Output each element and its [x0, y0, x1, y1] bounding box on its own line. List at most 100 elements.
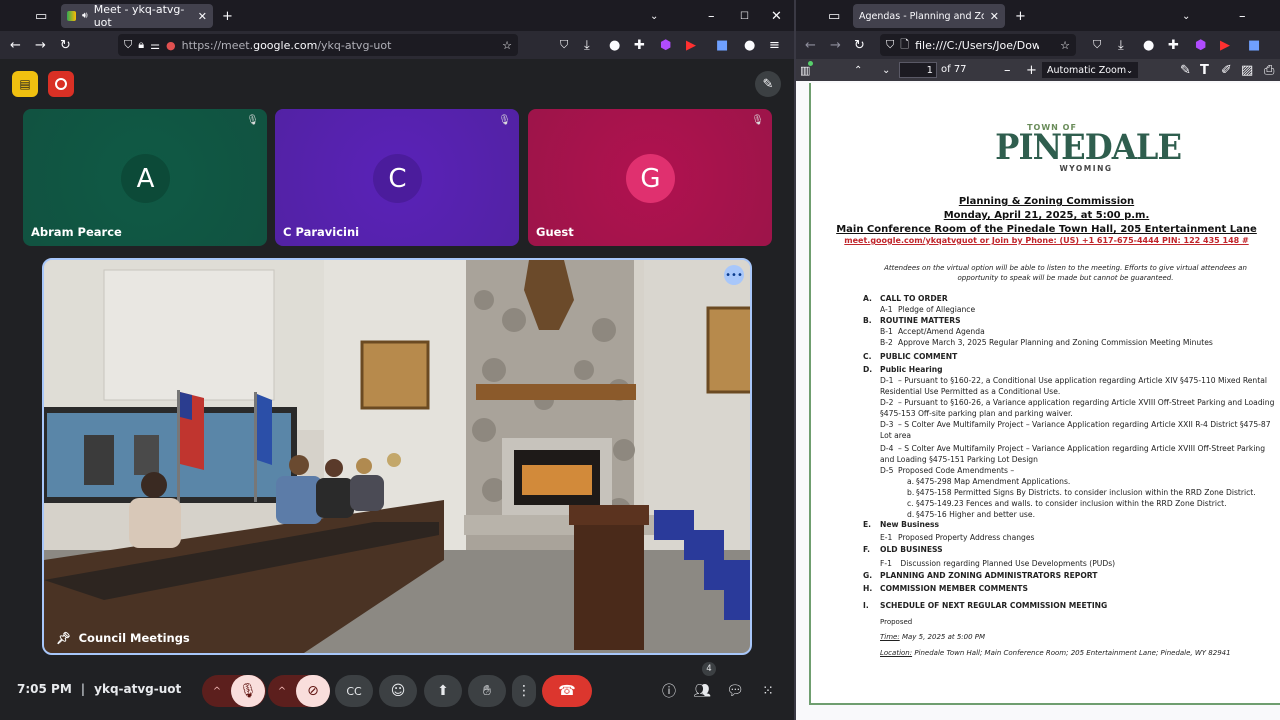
previous-page-icon[interactable]: ⌃	[854, 60, 862, 80]
agenda-item: D-5 Proposed Code Amendments –	[880, 466, 1014, 475]
chat-icon[interactable]: 💬︎	[721, 675, 749, 707]
youtube-icon[interactable]: ▶	[1220, 35, 1230, 55]
addon-blue-icon[interactable]: ■	[716, 35, 728, 55]
tab-list-icon[interactable]: ▭	[828, 6, 840, 26]
pin-icon[interactable]: 📌︎	[56, 631, 71, 645]
list-all-tabs-icon[interactable]: ⌄	[650, 6, 658, 26]
zoom-out-icon[interactable]: –	[1004, 60, 1011, 80]
join-info-link[interactable]: meet.google.com/ykqatvguot or Join by Ph…	[811, 236, 1280, 245]
new-tab-icon[interactable]: +	[1015, 6, 1026, 26]
present-icon[interactable]: ⬆	[424, 675, 462, 707]
activities-icon[interactable]: ⁙	[754, 675, 782, 707]
participant-tile[interactable]: A 🎙︎ Abram Pearce	[23, 109, 267, 246]
reload-icon[interactable]: ↻	[60, 35, 71, 55]
end-call-icon[interactable]: ☎︎	[542, 675, 592, 707]
tab-list-icon[interactable]: ▭	[35, 6, 47, 26]
agenda-key: d.	[907, 510, 915, 519]
mic-control[interactable]: ^ 🎙︎	[202, 675, 266, 707]
shield-icon: ⛉	[124, 38, 133, 51]
zoom-select[interactable]: Automatic Zoom ⌄	[1042, 62, 1138, 78]
camera-off-icon[interactable]: ⊘	[296, 675, 330, 707]
bookmark-star-icon[interactable]: ☆	[1060, 39, 1070, 52]
agenda-text: Pledge of Allegiance	[898, 305, 976, 314]
camera-options-icon[interactable]: ^	[268, 686, 296, 697]
url-bar[interactable]: ⛉ 🗋︎ file:///C:/Users/Joe/Download ☆	[880, 34, 1076, 56]
more-icon[interactable]: ⋮	[512, 675, 536, 707]
participant-tile[interactable]: C 🎙︎ C Paravicini	[275, 109, 519, 246]
extensions-icon[interactable]: ✚	[634, 35, 645, 55]
image-icon[interactable]: ▨	[1241, 60, 1253, 80]
new-tab-icon[interactable]: +	[222, 6, 233, 26]
virtual-notice: Attendees on the virtual option will be …	[884, 264, 1247, 282]
next-page-icon[interactable]: ⌄	[882, 60, 890, 80]
close-window-icon[interactable]: ✕	[771, 6, 782, 26]
agenda-text: CALL TO ORDER	[880, 294, 948, 303]
agenda-item: D-4 – S Colter Ave Multifamily Project – …	[880, 444, 1265, 453]
back-icon[interactable]: ←	[805, 35, 816, 55]
meet-area: ▤ ✎ A 🎙︎ Abram Pearce C 🎙︎ C Paravicini …	[0, 59, 794, 720]
reload-icon[interactable]: ↻	[854, 35, 865, 55]
agenda-key: D.	[863, 365, 873, 374]
pdf-toolbar: ▥ ⌃ ⌄ of 77 – + Automatic Zoom ⌄ ✎ T ✐ ▨…	[796, 59, 1280, 81]
draw-icon[interactable]: ✐	[1221, 60, 1232, 80]
page-number-input[interactable]	[899, 62, 937, 78]
recording-icon[interactable]: ▤	[12, 71, 38, 97]
agenda-key: B-1	[880, 327, 893, 336]
url-bar[interactable]: ⛉ 🔒︎ ⚌ ● https://meet.google.com/ykq-atv…	[118, 34, 518, 56]
notification-dot	[808, 61, 813, 66]
zoom-in-icon[interactable]: +	[1026, 60, 1037, 80]
record-icon[interactable]	[48, 71, 74, 97]
agenda-key: G.	[863, 571, 873, 580]
maximize-icon[interactable]: ☐	[740, 6, 749, 26]
list-all-tabs-icon[interactable]: ⌄	[1182, 6, 1190, 26]
extensions-icon[interactable]: ✚	[1168, 35, 1179, 55]
minimize-icon[interactable]: –	[1239, 6, 1246, 26]
mic-off-icon[interactable]: 🎙︎	[231, 675, 265, 707]
agenda-item: Residential Use Permitted as a Condition…	[880, 387, 1060, 396]
close-tab-icon[interactable]: ✕	[990, 10, 999, 23]
agenda-text: Approve March 3, 2025 Regular Planning a…	[898, 338, 1213, 347]
agenda-key: b.	[907, 488, 915, 497]
print-icon[interactable]: ⎙	[1264, 60, 1274, 80]
back-icon[interactable]: ←	[10, 35, 21, 55]
forward-icon[interactable]: →	[35, 35, 46, 55]
nav-bar: ← → ↻ ⛉ 🔒︎ ⚌ ● https://meet.google.com/y…	[0, 31, 794, 59]
participant-name: Abram Pearce	[31, 225, 122, 239]
minimize-icon[interactable]: –	[708, 6, 715, 26]
bookmark-star-icon[interactable]: ☆	[502, 39, 512, 52]
menu-icon[interactable]: ≡	[769, 35, 780, 55]
raise-hand-icon[interactable]: ✋︎	[468, 675, 506, 707]
agenda-item: §475-153 Off-site parking plan and parki…	[880, 409, 1073, 418]
close-tab-icon[interactable]: ✕	[198, 10, 207, 23]
downloads-icon[interactable]: ⤓	[1118, 35, 1124, 55]
chevron-down-icon: ⌄	[1126, 65, 1133, 75]
forward-icon[interactable]: →	[830, 35, 841, 55]
mic-options-icon[interactable]: ^	[203, 686, 231, 697]
addon-purple-icon[interactable]: ⬢	[660, 35, 671, 55]
highlight-icon[interactable]: ✎	[1180, 60, 1191, 80]
pocket-icon[interactable]: ⛉	[1093, 35, 1101, 55]
downloads-icon[interactable]: ⤓	[584, 35, 590, 55]
participant-tile[interactable]: G 🎙︎ Guest	[528, 109, 772, 246]
text-tool-icon[interactable]: T	[1200, 60, 1209, 80]
tab-meet[interactable]: 🔊︎ Meet - ykq-atvg-uot ✕	[61, 3, 213, 29]
pocket-icon[interactable]: ⛉	[560, 35, 568, 55]
extension-icon[interactable]: ●	[1143, 35, 1154, 55]
agenda-key: C.	[863, 352, 872, 361]
captions-icon[interactable]: CC	[335, 675, 373, 707]
youtube-icon[interactable]: ▶	[686, 35, 696, 55]
avatar: A	[121, 154, 170, 203]
info-icon[interactable]: ⓘ	[655, 675, 683, 707]
addon-blue-icon[interactable]: ■	[1248, 35, 1260, 55]
emoji-icon[interactable]: ☺	[379, 675, 417, 707]
extension-icon[interactable]: ●	[609, 35, 620, 55]
addon-purple-icon[interactable]: ⬢	[1195, 35, 1206, 55]
header-title: Planning & Zoning Commission	[958, 196, 1135, 207]
account-icon[interactable]: ●	[744, 35, 755, 55]
tab-agendas[interactable]: Agendas - Planning and Zoning Co ✕	[853, 4, 1005, 28]
meet-browser-window: ▭ 🔊︎ Meet - ykq-atvg-uot ✕ + ⌄ – ☐ ✕ ← →…	[0, 0, 794, 720]
people-icon[interactable]: 👥︎	[688, 675, 716, 707]
main-video[interactable]: ••• 📌︎ Council Meetings	[42, 258, 752, 655]
camera-control[interactable]: ^ ⊘	[268, 675, 330, 707]
edit-layout-icon[interactable]: ✎	[755, 71, 781, 97]
